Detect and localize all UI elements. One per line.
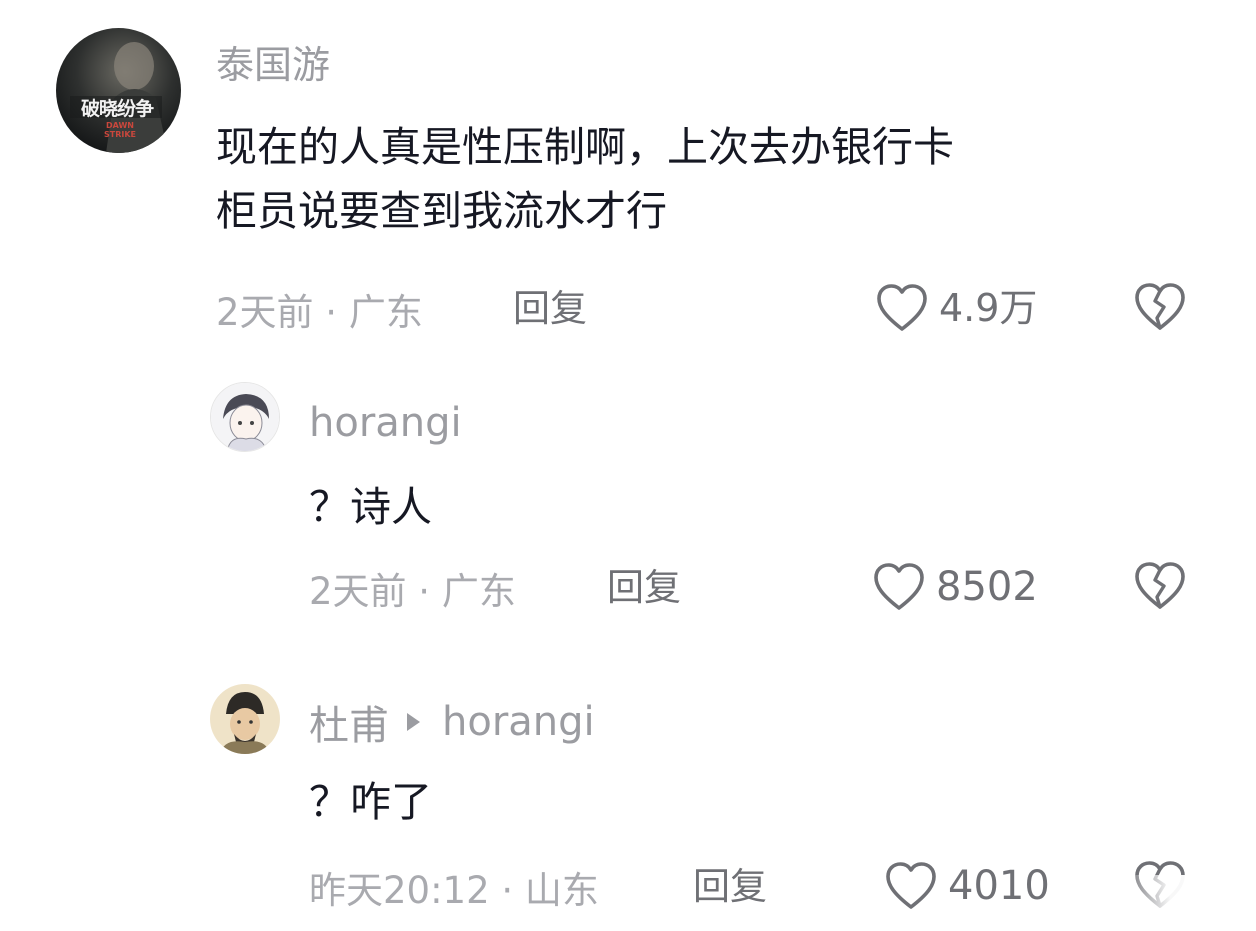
comment-text: ？诗人 xyxy=(309,475,432,539)
comment-author[interactable]: 泰国游 xyxy=(216,34,330,89)
comment-author[interactable]: horangi xyxy=(309,398,462,448)
author-name[interactable]: 杜甫 xyxy=(309,693,389,751)
heart-outline-icon xyxy=(884,861,938,911)
comment-line: 柜员说要查到我流水才行 xyxy=(216,187,667,235)
comment-meta: 2天前 · 广东 xyxy=(309,570,516,613)
reply-button[interactable]: 回复 xyxy=(513,286,587,332)
author-name[interactable]: horangi xyxy=(309,400,462,446)
author-name[interactable]: 泰国游 xyxy=(216,34,330,89)
like-button[interactable]: 4010 xyxy=(884,860,1050,912)
like-count: 4.9万 xyxy=(939,286,1038,330)
avatar-subtitle: DAWN STRIKE xyxy=(103,121,137,139)
broken-heart-icon xyxy=(1133,282,1187,332)
reply-arrow-icon xyxy=(407,713,420,731)
heart-outline-icon xyxy=(875,283,929,333)
avatar[interactable]: 破晓纷争 DAWN STRIKE xyxy=(56,28,181,153)
broken-heart-icon xyxy=(1133,561,1187,611)
comment-meta: 昨天20:12 · 山东 xyxy=(309,869,599,912)
like-count: 8502 xyxy=(936,564,1038,610)
reply-to-name[interactable]: horangi xyxy=(442,699,595,745)
watermark-overlay xyxy=(1124,875,1256,931)
heart-outline-icon xyxy=(872,562,926,612)
comment-text: 现在的人真是性压制啊，上次去办银行卡 柜员说要查到我流水才行 xyxy=(216,115,954,243)
like-button[interactable]: 4.9万 xyxy=(875,282,1037,334)
dislike-button[interactable] xyxy=(1133,282,1187,332)
comment-text: ？咋了 xyxy=(309,770,432,834)
comment-author: 杜甫 horangi xyxy=(309,697,595,749)
avatar-title: 破晓纷争 xyxy=(81,98,154,120)
like-button[interactable]: 8502 xyxy=(872,561,1038,613)
like-count: 4010 xyxy=(948,863,1050,909)
avatar[interactable] xyxy=(210,382,280,452)
comment-meta: 2天前 · 广东 xyxy=(216,291,423,334)
comment-line: 现在的人真是性压制啊，上次去办银行卡 xyxy=(216,123,954,171)
reply-button[interactable]: 回复 xyxy=(607,565,681,611)
comment-line: ？咋了 xyxy=(309,778,432,826)
avatar[interactable] xyxy=(210,684,280,754)
comment-line: ？诗人 xyxy=(309,483,432,531)
dislike-button[interactable] xyxy=(1133,561,1187,611)
reply-button[interactable]: 回复 xyxy=(693,864,767,910)
